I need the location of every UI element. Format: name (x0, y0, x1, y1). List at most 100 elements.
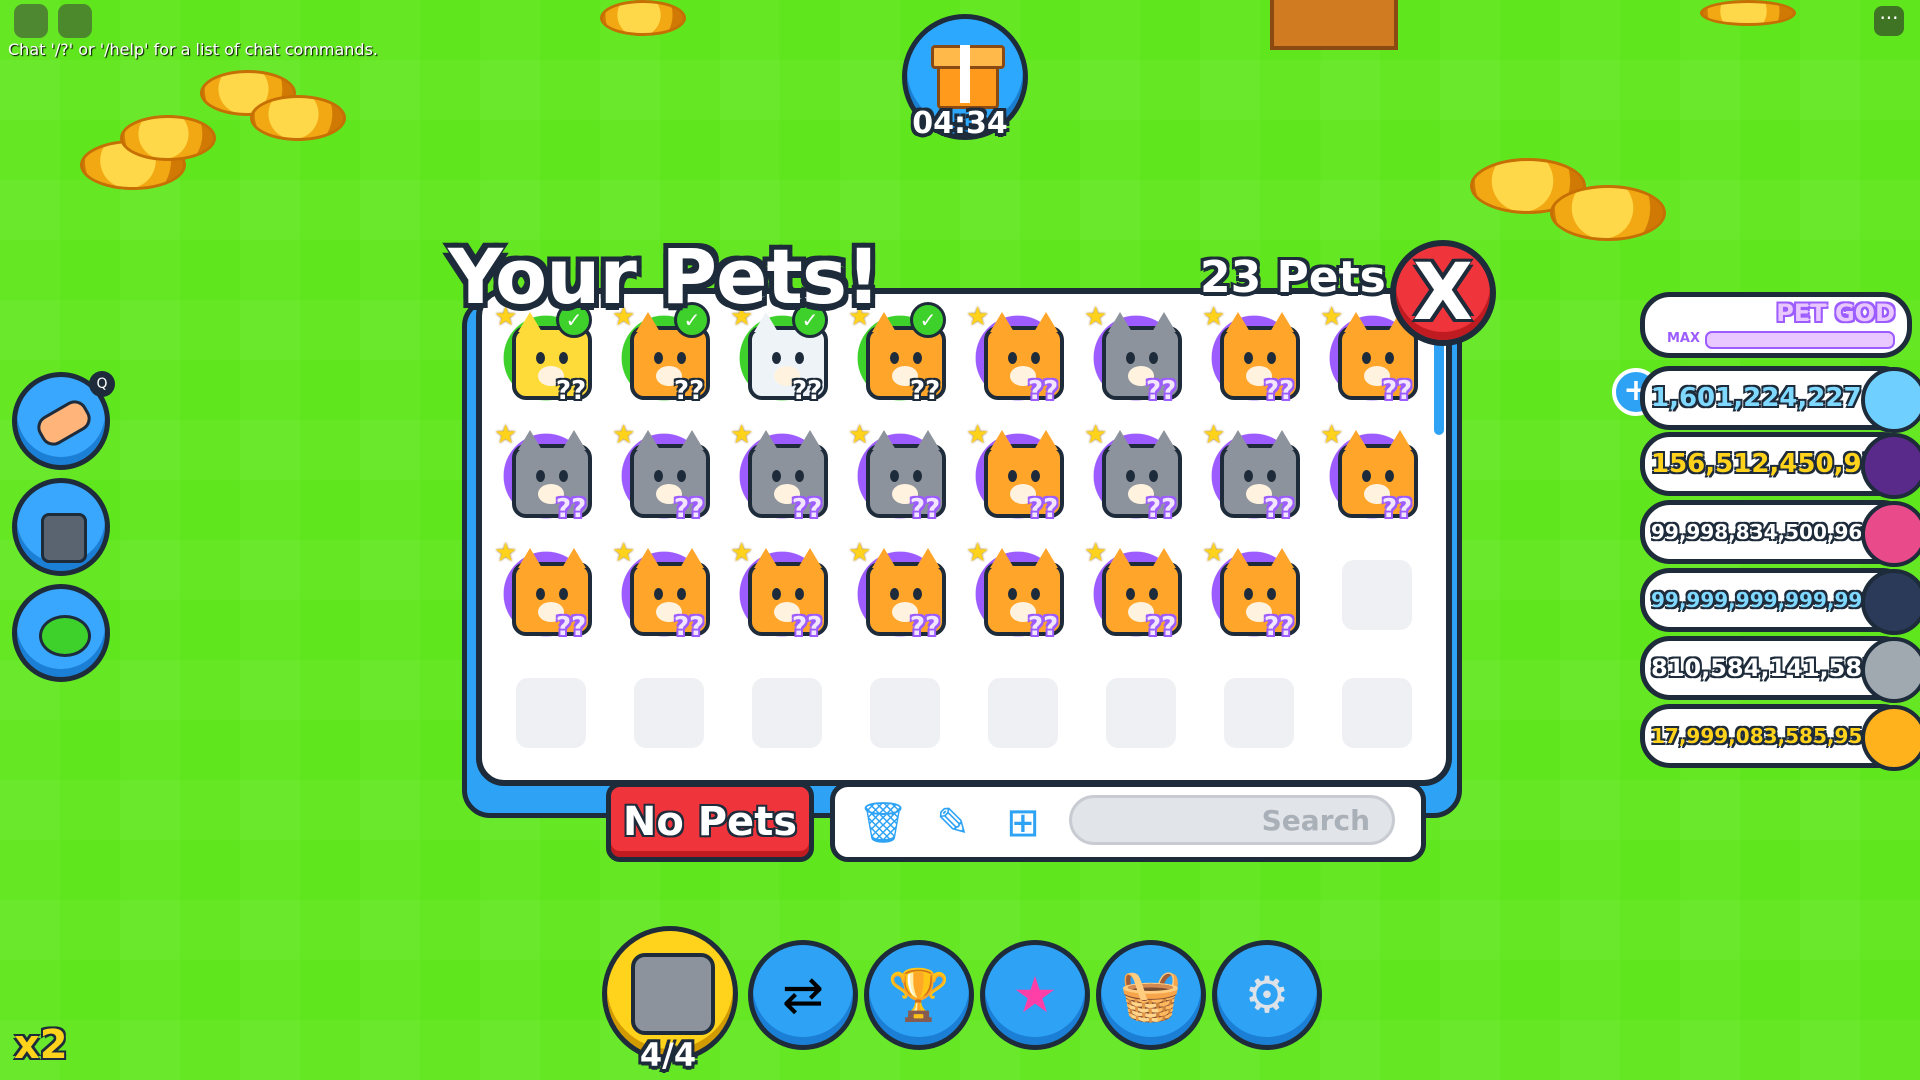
star-icon: ★ (966, 302, 990, 332)
empty-pet-slot (610, 656, 728, 774)
pet-level-badge: ?? (910, 494, 941, 524)
star-icon: ★ (494, 420, 518, 450)
paw-coin-icon (1861, 569, 1920, 635)
coin-pile (1550, 185, 1666, 241)
empty-pet-slot (1318, 656, 1436, 774)
pet-level-badge: ?? (792, 376, 823, 406)
pet-slot[interactable]: ★?? (1200, 302, 1318, 420)
currency-counter: 810,584,141,583 (1640, 636, 1920, 703)
star-icon: ★ (730, 420, 754, 450)
achievements-button[interactable]: 🏆 (864, 940, 974, 1050)
empty-slot-placeholder (1342, 678, 1412, 748)
pet-slot[interactable]: ★?? (846, 538, 964, 656)
pet-slot[interactable]: ★?? (610, 538, 728, 656)
pet-slot[interactable]: ★?? (964, 538, 1082, 656)
pet-slot[interactable]: ★?? (492, 420, 610, 538)
gift-timer: 04:34 (912, 106, 1008, 141)
empty-slot-placeholder (752, 678, 822, 748)
pet-level-badge: ?? (792, 494, 823, 524)
pet-slot[interactable]: ★?? (1200, 538, 1318, 656)
joystick-icon (41, 513, 87, 563)
currency-value: 99,999,999,999,999 (1651, 588, 1877, 612)
pet-grid: ★ ✓?? ★ ✓?? ★ ✓?? ★ ✓?? ★?? ★?? ★?? ★?? ★?? ★?? ★?? ★??… (492, 302, 1436, 774)
star-icon: ★ (848, 538, 872, 568)
trade-button[interactable] (12, 584, 110, 682)
rewards-button[interactable]: ★ (980, 940, 1090, 1050)
recycle-icon (39, 615, 91, 657)
pet-slot[interactable]: ★?? (964, 302, 1082, 420)
pet-level-badge: ?? (1264, 612, 1295, 642)
pet-level-badge: ?? (910, 612, 941, 642)
star-icon: ★ (966, 420, 990, 450)
empty-slot-placeholder (634, 678, 704, 748)
pet-slot[interactable]: ★?? (610, 420, 728, 538)
pets-scrollbar[interactable] (1434, 335, 1444, 435)
trash-icon[interactable]: 🗑 (857, 797, 909, 849)
pet-slot[interactable]: ★?? (492, 538, 610, 656)
empty-pet-slot (1318, 538, 1436, 656)
diamond-icon (1861, 367, 1920, 433)
pet-slot[interactable]: ★?? (728, 420, 846, 538)
swap-arrows-icon: ⇄ (782, 966, 824, 1024)
star-icon: ★ (730, 538, 754, 568)
pet-level-badge: ?? (1028, 494, 1059, 524)
pet-level-badge: ?? (1028, 376, 1059, 406)
pet-slot[interactable]: ★?? (846, 420, 964, 538)
pet-slot[interactable]: ★?? (1082, 538, 1200, 656)
more-options-button[interactable]: ··· (1874, 6, 1904, 36)
pet-level-badge: ?? (556, 612, 587, 642)
pet-slot[interactable]: ★?? (1082, 420, 1200, 538)
rainbow-orb-icon (1861, 501, 1920, 567)
star-icon: ★ (494, 538, 518, 568)
star-icon: ★ (1320, 420, 1344, 450)
empty-slot-placeholder (988, 678, 1058, 748)
chat-button[interactable] (58, 4, 92, 38)
rank-badge: PET GOD MAX (1640, 292, 1912, 358)
pet-level-badge: ?? (674, 612, 705, 642)
pets-toolbar: 🗑 ✎ ⊞ (830, 782, 1426, 862)
trophy-icon: 🏆 (887, 966, 951, 1024)
empty-slot-placeholder (1224, 678, 1294, 748)
empty-slot-placeholder (1106, 678, 1176, 748)
coin-pile (250, 95, 346, 141)
pet-count: 23 Pets (1200, 252, 1386, 303)
star-icon: ★ (1084, 538, 1108, 568)
basket-icon: 🧺 (1119, 966, 1183, 1024)
pencil-icon[interactable]: ✎ (927, 797, 979, 849)
currency-counter: 99,999,999,999,999 (1640, 568, 1920, 635)
pet-slot[interactable]: ★?? (1318, 420, 1436, 538)
empty-pet-slot (846, 656, 964, 774)
boosts-button[interactable]: Q (12, 371, 115, 470)
empty-pet-slot (728, 656, 846, 774)
pet-level-badge: ?? (1382, 376, 1413, 406)
grid-icon[interactable]: ⊞ (997, 797, 1049, 849)
pets-inventory-panel: ★ ✓?? ★ ✓?? ★ ✓?? ★ ✓?? ★?? ★?? ★?? ★?? ★?? ★?? ★?? ★??… (476, 288, 1452, 786)
panel-title: Your Pets! (448, 232, 881, 321)
pet-slot[interactable]: ★?? (964, 420, 1082, 538)
gold-coin-icon (1861, 705, 1920, 771)
pet-level-badge: ?? (1146, 494, 1177, 524)
hotkey-q-badge: Q (89, 371, 115, 397)
boost-multiplier: x2 (14, 1022, 68, 1068)
close-button[interactable]: X (1390, 240, 1496, 346)
pet-slot[interactable]: ★?? (1082, 302, 1200, 420)
pill-icon (32, 395, 96, 451)
pet-slot[interactable]: ★?? (1200, 420, 1318, 538)
trading-button[interactable]: ⇄ (748, 940, 858, 1050)
empty-slot-placeholder (870, 678, 940, 748)
star-icon: ★ (1012, 966, 1058, 1024)
shop-button[interactable]: 🧺 (1096, 940, 1206, 1050)
auto-farm-button[interactable] (12, 478, 110, 576)
search-input[interactable] (1069, 795, 1395, 845)
pet-slot[interactable]: ★?? (728, 538, 846, 656)
settings-button[interactable]: ⚙ (1212, 940, 1322, 1050)
empty-slot-placeholder (516, 678, 586, 748)
pet-level-badge: ?? (1264, 376, 1295, 406)
currency-value: 156,512,450,931 (1651, 449, 1898, 479)
roblox-menu-button[interactable] (14, 4, 48, 38)
star-icon: ★ (1202, 420, 1226, 450)
unequip-all-button[interactable]: No Pets (606, 782, 814, 862)
currency-counter: 156,512,450,931 (1640, 432, 1920, 499)
rank-max-label: MAX (1667, 331, 1701, 346)
star-icon: ★ (1084, 420, 1108, 450)
